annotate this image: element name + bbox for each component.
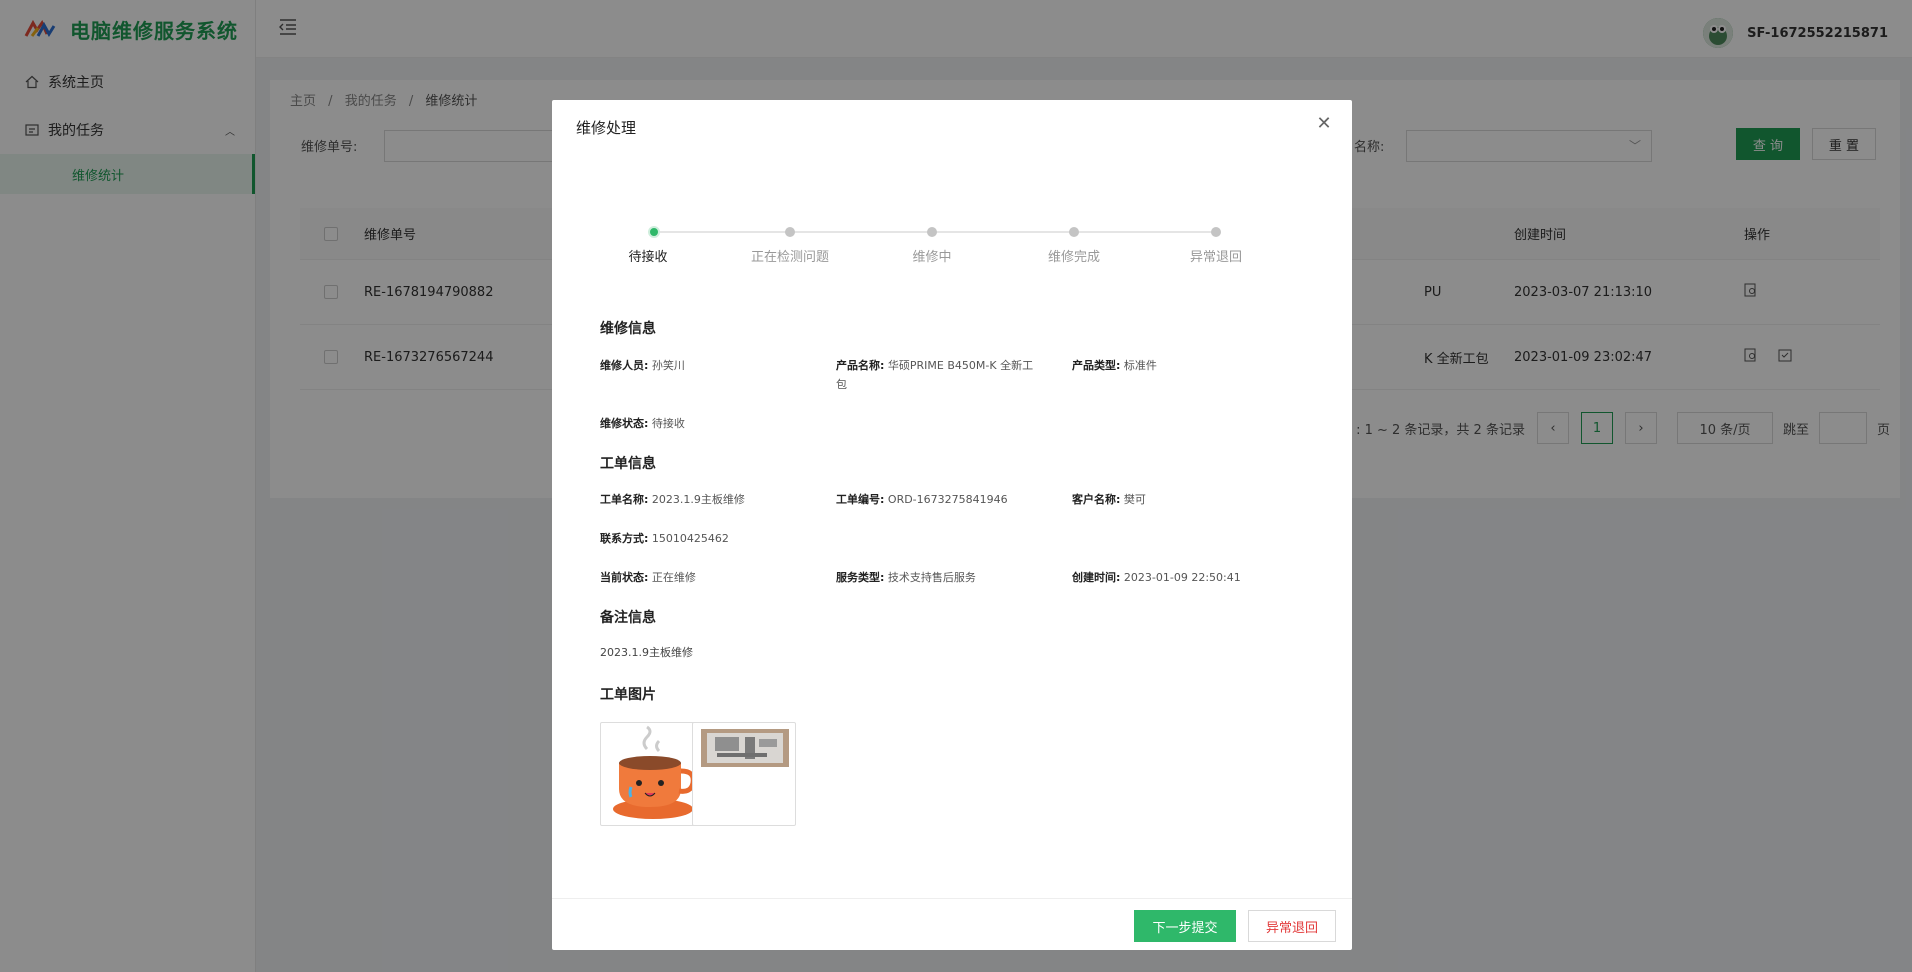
repair-modal: 维修处理 ✕ 待接收 正在检测问题 维修中 维修完成 异常退回 维修信息 维修人… [552,100,1352,950]
field-service-type: 服务类型: 技术支持售后服务 [836,571,976,584]
step-label: 维修中 [912,250,952,265]
field-created-time: 创建时间: 2023-01-09 22:50:41 [1072,571,1241,584]
field-order-name: 工单名称: 2023.1.9主板维修 [600,493,745,506]
step-dot [1211,227,1221,237]
field-contact: 联系方式: 15010425462 [600,532,729,545]
order-image-cup[interactable] [600,722,704,826]
field-customer: 客户名称: 樊可 [1072,493,1146,506]
step-label: 异常退回 [1189,250,1243,265]
field-staff: 维修人员: 孙笑川 [600,359,685,372]
note-title: 备注信息 [600,610,656,626]
close-icon[interactable]: ✕ [1316,115,1332,133]
abnormal-return-button[interactable]: 异常退回 [1248,910,1336,942]
step-label: 正在检测问题 [750,250,830,265]
step-dot-active [648,226,660,238]
field-product: 产品名称: 华硕PRIME B450M-K 全新工包 [836,359,1034,391]
repair-info-title: 维修信息 [600,321,656,337]
field-current-state: 当前状态: 正在维修 [600,571,696,584]
images-title: 工单图片 [600,687,656,703]
modal-footer: 下一步提交 异常退回 [552,898,1352,950]
modal-title: 维修处理 [576,119,637,137]
order-image-motherboard[interactable] [692,722,796,826]
field-order-no: 工单编号: ORD-1673275841946 [836,493,1008,506]
field-product-type: 产品类型: 标准件 [1072,359,1157,372]
steps: 待接收 正在检测问题 维修中 维修完成 异常退回 [628,226,1262,266]
next-step-button[interactable]: 下一步提交 [1134,910,1236,942]
app: 电脑维修服务系统 系统主页 我的任务 ︿ 维修统计 SF-16725522158… [0,0,1912,972]
step-dot [1069,227,1079,237]
note-text: 2023.1.9主板维修 [600,646,693,659]
step-label: 维修完成 [1047,250,1101,265]
step-dot [927,227,937,237]
order-info-title: 工单信息 [600,456,656,472]
step-label: 待接收 [628,250,668,265]
field-repair-status: 维修状态: 待接收 [600,417,685,430]
step-dot [785,227,795,237]
